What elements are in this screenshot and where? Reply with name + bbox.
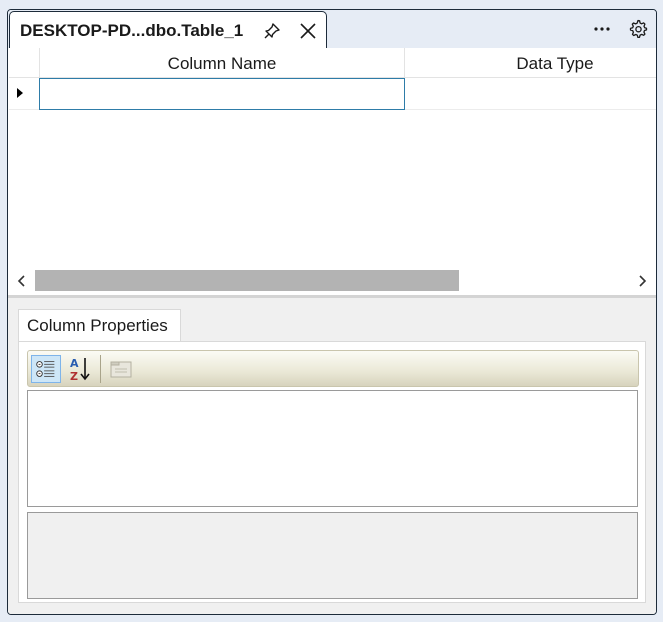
grid-corner — [9, 48, 39, 78]
table-designer-window: DESKTOP-PD...dbo.Table_1 Column Name Dat… — [7, 9, 657, 615]
column-header-name[interactable]: Column Name — [39, 48, 405, 78]
property-description-pane — [27, 512, 638, 599]
gear-icon[interactable] — [628, 19, 648, 39]
document-tab-title: DESKTOP-PD...dbo.Table_1 — [20, 21, 244, 40]
current-row-indicator-icon — [17, 88, 23, 98]
grid-header: Column Name Data Type — [9, 48, 656, 78]
column-name-cell[interactable] — [39, 78, 405, 110]
categorized-view-icon[interactable] — [31, 355, 61, 383]
tab-strip: DESKTOP-PD...dbo.Table_1 — [8, 10, 656, 48]
svg-text:Z: Z — [70, 370, 78, 383]
pin-icon[interactable] — [263, 22, 281, 40]
properties-body: A Z — [18, 341, 646, 603]
properties-pane: Column Properties A Z — [8, 298, 656, 614]
tab-column-properties[interactable]: Column Properties — [18, 309, 181, 342]
scroll-right-icon[interactable] — [633, 272, 651, 290]
svg-text:A: A — [70, 357, 79, 370]
scroll-left-icon[interactable] — [13, 272, 31, 290]
data-type-cell[interactable] — [405, 78, 656, 110]
table-row — [9, 78, 656, 110]
property-toolbar: A Z — [27, 350, 639, 387]
property-grid[interactable] — [27, 390, 638, 507]
document-tab[interactable]: DESKTOP-PD...dbo.Table_1 — [9, 11, 327, 48]
close-icon[interactable] — [299, 22, 317, 40]
column-grid: Column Name Data Type — [9, 48, 656, 295]
column-header-data-type[interactable]: Data Type — [405, 48, 656, 78]
property-pages-icon[interactable] — [106, 355, 136, 383]
scrollbar-thumb[interactable] — [35, 270, 459, 291]
horizontal-scrollbar[interactable] — [9, 268, 656, 293]
toolbar-separator — [100, 355, 101, 383]
alphabetical-sort-icon[interactable]: A Z — [65, 355, 95, 383]
ellipsis-icon[interactable] — [592, 22, 612, 36]
